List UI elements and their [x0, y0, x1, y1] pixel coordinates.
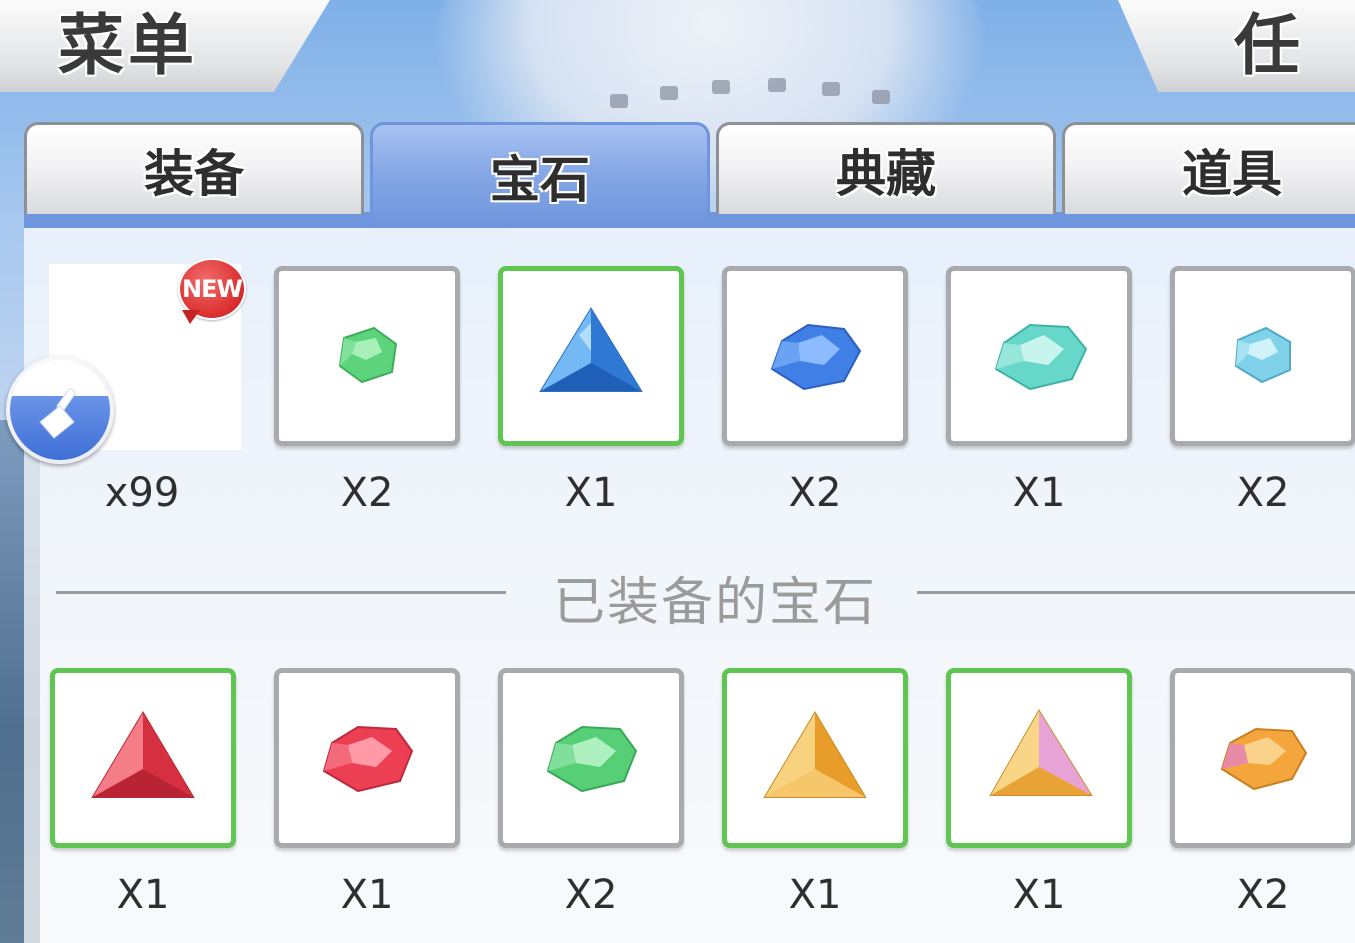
tab-gems-label: 宝石	[490, 150, 590, 209]
equipped-slot-5[interactable]	[946, 668, 1132, 848]
inventory-slot-2[interactable]	[274, 266, 460, 446]
yellow-pink-triangle-gem-icon	[989, 709, 1093, 796]
equipped-gems-label: 已装备的宝石	[552, 573, 877, 633]
equipped-count-5: X1	[1012, 872, 1066, 918]
menu-title: 菜单	[58, 7, 198, 84]
inventory-slot-5[interactable]	[946, 266, 1132, 446]
background-tower-windows	[600, 70, 940, 110]
quest-title-tab[interactable]: 任务	[1118, 0, 1355, 92]
inventory-count-6: X2	[1236, 470, 1290, 516]
clear-broom-button[interactable]	[6, 356, 114, 464]
tab-collection-label: 典藏	[836, 144, 936, 203]
red-triangle-gem-icon	[91, 711, 195, 798]
equipped-slot-4[interactable]	[722, 668, 908, 848]
tab-gems[interactable]: 宝石	[370, 122, 710, 226]
blue-gem-icon	[770, 323, 862, 391]
yellow-triangle-gem-icon	[763, 711, 867, 798]
equipped-count-2: X1	[340, 872, 394, 918]
blue-triangle-gem-icon	[539, 307, 643, 392]
broom-icon	[39, 388, 76, 439]
red-gem-icon	[322, 725, 414, 793]
inventory-count-4: X2	[788, 470, 842, 516]
light-blue-gem-icon	[1234, 326, 1291, 384]
green-gem-icon	[546, 725, 638, 793]
inventory-slot-3[interactable]	[498, 266, 684, 446]
equipped-count-6: X2	[1236, 872, 1290, 918]
tab-equipment-label: 装备	[144, 144, 244, 203]
equipped-slot-1[interactable]	[50, 668, 236, 848]
orange-gem-icon	[1220, 727, 1308, 791]
green-gem-icon	[338, 326, 398, 384]
tab-items[interactable]: 道具	[1062, 122, 1355, 214]
inventory-count-1: x99	[104, 470, 180, 516]
inventory-slot-4[interactable]	[722, 266, 908, 446]
tab-equipment[interactable]: 装备	[24, 122, 364, 214]
new-badge: NEW	[176, 256, 246, 324]
tab-items-label: 道具	[1182, 144, 1282, 203]
equipped-slot-3[interactable]	[498, 668, 684, 848]
equipped-count-3: X2	[564, 872, 618, 918]
inventory-slot-6[interactable]	[1170, 266, 1355, 446]
equipped-count-4: X1	[788, 872, 842, 918]
equipped-slot-6[interactable]	[1170, 668, 1355, 848]
divider-right	[917, 591, 1355, 594]
equipped-count-1: X1	[116, 872, 170, 918]
inventory-count-3: X1	[564, 470, 618, 516]
inventory-count-2: X2	[340, 470, 394, 516]
cyan-gem-icon	[994, 323, 1088, 391]
tab-collection[interactable]: 典藏	[716, 122, 1056, 214]
menu-title-tab[interactable]: 菜单	[0, 0, 330, 92]
equipped-slot-2[interactable]	[274, 668, 460, 848]
new-badge-label: NEW	[182, 275, 243, 303]
divider-left	[56, 591, 506, 594]
inventory-count-5: X1	[1012, 470, 1066, 516]
